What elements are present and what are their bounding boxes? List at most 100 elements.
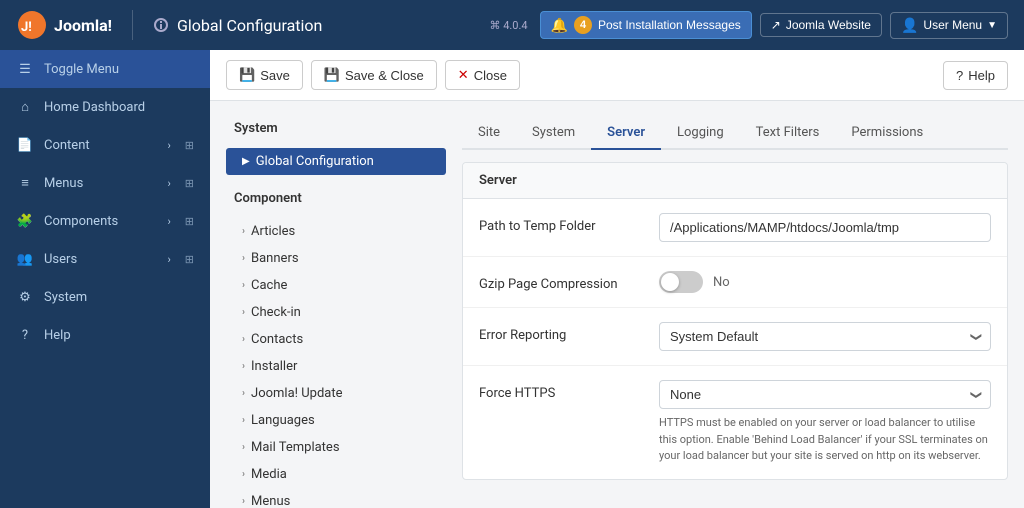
svg-text:J!: J! [21, 20, 32, 35]
chevron-icon: › [242, 307, 245, 318]
component-section-title: Component [226, 187, 446, 210]
panel-item-global-configuration[interactable]: ▶ Global Configuration [226, 148, 446, 175]
sidebar: ☰ Toggle Menu ⌂ Home Dashboard 📄 Content… [0, 50, 210, 508]
path-to-temp-folder-row: Path to Temp Folder [463, 199, 1007, 257]
main-content: 💾 Save 💾 Save & Close ✕ Close ? Help Sys… [210, 50, 1024, 508]
tab-text-filters[interactable]: Text Filters [740, 117, 836, 150]
force-https-label: Force HTTPS [479, 380, 659, 401]
sidebar-item-label: Toggle Menu [44, 62, 119, 77]
chevron-icon: › [242, 226, 245, 237]
notifications-button[interactable]: 🔔 4 Post Installation Messages [540, 11, 752, 39]
save-button[interactable]: 💾 Save [226, 60, 303, 90]
tab-server[interactable]: Server [591, 117, 661, 150]
chevron-icon: › [242, 469, 245, 480]
sidebar-item-toggle-menu[interactable]: ☰ Toggle Menu [0, 50, 210, 88]
panel-item-media[interactable]: › Media [226, 461, 446, 488]
chevron-icon: › [242, 415, 245, 426]
gzip-compression-control: No [659, 271, 991, 293]
panel-item-mail-templates[interactable]: › Mail Templates [226, 434, 446, 461]
help-icon: ? [16, 326, 34, 344]
path-to-temp-folder-label: Path to Temp Folder [479, 213, 659, 234]
tab-permissions[interactable]: Permissions [835, 117, 939, 150]
system-section-title: System [226, 117, 446, 140]
chevron-icon: › [242, 334, 245, 345]
gzip-toggle-label: No [713, 275, 730, 290]
server-form-panel: Server Path to Temp Folder Gzip Page Com… [462, 162, 1008, 480]
user-menu-button[interactable]: 👤 User Menu ▼ [890, 12, 1008, 39]
server-panel-title: Server [463, 163, 1007, 199]
chevron-icon: › [242, 442, 245, 453]
sidebar-item-label: Components [44, 214, 118, 229]
arrow-icon: › [167, 215, 170, 228]
right-panel: Site System Server Logging Text Filters [462, 117, 1008, 492]
sidebar-item-label: System [44, 290, 87, 305]
system-icon: ⚙ [16, 288, 34, 306]
error-reporting-select[interactable]: System Default None Simple Maximum Devel… [659, 322, 991, 351]
gzip-toggle[interactable] [659, 271, 703, 293]
sidebar-item-content[interactable]: 📄 Content › ⊞ [0, 126, 210, 164]
logo: J! Joomla! [16, 9, 112, 41]
force-https-select-wrapper: None Administrator Only Entire Site [659, 380, 991, 409]
help-button[interactable]: ? Help [943, 61, 1008, 90]
close-button[interactable]: ✕ Close [445, 60, 520, 90]
force-https-select[interactable]: None Administrator Only Entire Site [659, 380, 991, 409]
tab-site[interactable]: Site [462, 117, 516, 150]
error-reporting-select-wrapper: System Default None Simple Maximum Devel… [659, 322, 991, 351]
save-icon: 💾 [239, 67, 255, 83]
sidebar-item-system[interactable]: ⚙ System [0, 278, 210, 316]
force-https-row: Force HTTPS None Administrator Only Enti… [463, 366, 1007, 479]
users-icon: 👥 [16, 250, 34, 268]
sidebar-item-help[interactable]: ? Help [0, 316, 210, 354]
panel-item-contacts[interactable]: › Contacts [226, 326, 446, 353]
close-icon: ✕ [458, 67, 469, 83]
error-reporting-label: Error Reporting [479, 322, 659, 343]
arrow-icon: › [167, 177, 170, 190]
panel-item-cache[interactable]: › Cache [226, 272, 446, 299]
left-panel: System ▶ Global Configuration Component … [226, 117, 446, 492]
topbar-actions: 🔔 4 Post Installation Messages ↗ Joomla … [540, 11, 1008, 39]
error-reporting-row: Error Reporting System Default None Simp… [463, 308, 1007, 366]
sidebar-item-home-dashboard[interactable]: ⌂ Home Dashboard [0, 88, 210, 126]
content-icon: 📄 [16, 136, 34, 154]
chevron-right-icon: ▶ [242, 156, 250, 167]
panel-item-banners[interactable]: › Banners [226, 245, 446, 272]
sidebar-item-users[interactable]: 👥 Users › ⊞ [0, 240, 210, 278]
chevron-icon: › [242, 361, 245, 372]
panel-item-languages[interactable]: › Languages [226, 407, 446, 434]
panel-item-installer[interactable]: › Installer [226, 353, 446, 380]
joomla-website-button[interactable]: ↗ Joomla Website [760, 13, 882, 37]
error-reporting-control: System Default None Simple Maximum Devel… [659, 322, 991, 351]
grid-icon: ⊞ [185, 139, 194, 152]
sidebar-item-menus[interactable]: ≡ Menus › ⊞ [0, 164, 210, 202]
logo-text: Joomla! [54, 16, 112, 35]
toolbar: 💾 Save 💾 Save & Close ✕ Close ? Help [210, 50, 1024, 101]
path-to-temp-folder-control [659, 213, 991, 242]
content-area: System ▶ Global Configuration Component … [210, 101, 1024, 508]
grid-icon: ⊞ [185, 253, 194, 266]
page-title: Global Configuration [153, 16, 478, 35]
force-https-help-text: HTTPS must be enabled on your server or … [659, 415, 991, 465]
gzip-compression-row: Gzip Page Compression No [463, 257, 1007, 308]
panel-item-check-in[interactable]: › Check-in [226, 299, 446, 326]
tabs-bar: Site System Server Logging Text Filters [462, 117, 1008, 150]
sidebar-item-label: Menus [44, 176, 83, 191]
arrow-icon: › [167, 139, 170, 152]
save-close-button[interactable]: 💾 Save & Close [311, 60, 437, 90]
notifications-count: 4 [574, 16, 592, 34]
gzip-compression-label: Gzip Page Compression [479, 271, 659, 292]
save-close-icon: 💾 [324, 67, 340, 83]
panel-item-articles[interactable]: › Articles [226, 218, 446, 245]
toggle-knob [661, 273, 679, 291]
grid-icon: ⊞ [185, 177, 194, 190]
grid-icon: ⊞ [185, 215, 194, 228]
panel-item-menus[interactable]: › Menus [226, 488, 446, 508]
home-icon: ⌂ [16, 98, 34, 116]
tab-logging[interactable]: Logging [661, 117, 740, 150]
tab-system[interactable]: System [516, 117, 591, 150]
topbar: J! Joomla! Global Configuration ⌘ 4.0.4 … [0, 0, 1024, 50]
sidebar-item-components[interactable]: 🧩 Components › ⊞ [0, 202, 210, 240]
force-https-control: None Administrator Only Entire Site HTTP… [659, 380, 991, 465]
panel-item-joomla-update[interactable]: › Joomla! Update [226, 380, 446, 407]
help-icon: ? [956, 68, 963, 83]
path-to-temp-folder-input[interactable] [659, 213, 991, 242]
